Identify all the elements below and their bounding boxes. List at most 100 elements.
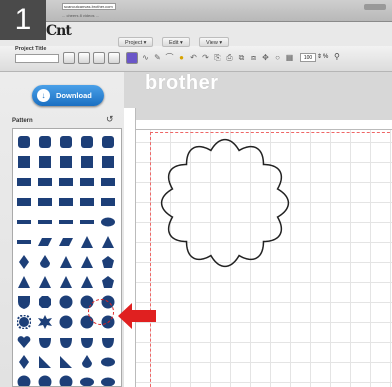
brand-logo: brother (145, 72, 219, 94)
pattern-shape-circ[interactable] (59, 315, 73, 329)
pen-tool-icon[interactable]: ✎ (152, 53, 163, 63)
pattern-shape-wide[interactable] (101, 175, 115, 189)
pattern-shape-circ[interactable] (17, 375, 31, 387)
menu-project[interactable]: Project ▾ (118, 37, 154, 47)
pattern-shape-oval[interactable] (101, 215, 115, 229)
pattern-grid (12, 128, 122, 387)
pattern-shape-tri[interactable] (59, 275, 73, 289)
project-title-label: Project Title (15, 46, 47, 52)
pattern-shape-drop[interactable] (38, 255, 52, 269)
pattern-shape-diamond[interactable] (17, 255, 31, 269)
pattern-shape-thin[interactable] (59, 215, 73, 229)
pattern-shape-oval[interactable] (101, 355, 115, 369)
menu-edit-label: Edit (169, 40, 179, 46)
pattern-shape-thin[interactable] (38, 215, 52, 229)
pattern-shape-wide[interactable] (17, 195, 31, 209)
pattern-shape-thin[interactable] (17, 235, 31, 249)
pattern-shape-thin[interactable] (17, 215, 31, 229)
pattern-shape-rtri[interactable] (59, 355, 73, 369)
pattern-shape-tri[interactable] (80, 235, 94, 249)
pattern-shape-wide[interactable] (38, 195, 52, 209)
select-tool-button[interactable] (126, 52, 138, 64)
pattern-shape-wide[interactable] (101, 195, 115, 209)
pattern-shape-wide[interactable] (80, 175, 94, 189)
pattern-shape-wide[interactable] (17, 175, 31, 189)
new-project-button[interactable] (63, 52, 75, 64)
pattern-shape-tri[interactable] (59, 255, 73, 269)
pattern-shape-tri[interactable] (17, 275, 31, 289)
pattern-shape-para[interactable] (59, 235, 73, 249)
menu-view[interactable]: View ▾ (199, 37, 230, 47)
project-title-input[interactable] (15, 54, 59, 63)
pattern-shape-cup[interactable] (59, 335, 73, 349)
pattern-shape-circ[interactable] (59, 295, 73, 309)
pattern-shape-tri[interactable] (80, 275, 94, 289)
pattern-shape-drop[interactable] (80, 355, 94, 369)
curve-tool-icon[interactable]: ⌒ (164, 53, 175, 63)
paste-tool-icon[interactable]: ⎙ (224, 53, 235, 63)
redo-tool-icon[interactable]: ↷ (200, 53, 211, 63)
pattern-shape-sq[interactable] (59, 155, 73, 169)
copy-tool-icon[interactable]: ⎘ (212, 53, 223, 63)
url-bar[interactable]: scancutcanvas.brother.com (62, 3, 116, 10)
menu-project-label: Project (125, 40, 143, 46)
pattern-shape-tri[interactable] (80, 255, 94, 269)
group-tool-icon[interactable]: ⧉ (236, 53, 247, 63)
pattern-shape-sq[interactable] (101, 155, 115, 169)
pattern-shape-oct[interactable] (38, 295, 52, 309)
pattern-shape-pent[interactable] (101, 255, 115, 269)
pattern-shape-cup[interactable] (101, 335, 115, 349)
ungroup-tool-icon[interactable]: ⧈ (248, 53, 259, 63)
zoom-unit: % (323, 54, 329, 60)
pattern-shape-sq[interactable] (38, 155, 52, 169)
window-controls[interactable] (364, 4, 386, 10)
pattern-shape-sq[interactable] (80, 155, 94, 169)
menu-edit[interactable]: Edit ▾ (162, 37, 190, 47)
pattern-shape-gear[interactable] (17, 315, 31, 329)
pattern-shape-oval[interactable] (101, 375, 115, 387)
pattern-shape-oval[interactable] (80, 375, 94, 387)
pattern-shape-tri[interactable] (38, 275, 52, 289)
browser-bar: scancutcanvas.brother.com ... cheers 8 v… (0, 0, 392, 22)
magnifier-icon[interactable]: ⚲ (334, 52, 340, 61)
pattern-shape-heart[interactable] (17, 335, 31, 349)
export-button[interactable] (108, 52, 120, 64)
pattern-shape-rsq[interactable] (101, 135, 115, 149)
zoom-input[interactable]: 100 (300, 53, 316, 62)
pattern-shape-para[interactable] (38, 235, 52, 249)
align-tool-icon[interactable]: ✥ (260, 53, 271, 63)
pattern-shape-rsq[interactable] (59, 135, 73, 149)
pattern-shape-rsq[interactable] (80, 135, 94, 149)
zoom-stepper-icon[interactable]: ⇕ (317, 53, 322, 62)
grid-tool-icon[interactable]: ▦ (284, 53, 295, 63)
pattern-shape-wide[interactable] (38, 175, 52, 189)
pattern-shape-cup[interactable] (38, 335, 52, 349)
paint-tool-icon[interactable]: ● (176, 53, 187, 63)
line-tool-icon[interactable]: ∿ (140, 53, 151, 63)
undo-icon[interactable]: ↺ (106, 114, 114, 125)
scallop-outline[interactable] (160, 138, 290, 268)
save-button[interactable] (78, 52, 90, 64)
scallop-shape[interactable] (150, 128, 310, 278)
pattern-shape-rsq[interactable] (38, 135, 52, 149)
pattern-shape-tri[interactable] (101, 235, 115, 249)
pattern-shape-rsq[interactable] (17, 135, 31, 149)
red-arrow-icon (118, 303, 156, 329)
pattern-shape-pent[interactable] (101, 275, 115, 289)
pattern-shape-circ[interactable] (59, 375, 73, 387)
circle-tool-icon[interactable]: ○ (272, 53, 283, 63)
pattern-shape-rtri[interactable] (38, 355, 52, 369)
app-window: scancutcanvas.brother.com ... cheers 8 v… (0, 0, 392, 387)
pattern-shape-wide[interactable] (59, 195, 73, 209)
pattern-shape-wide[interactable] (59, 175, 73, 189)
pattern-shape-burst[interactable] (38, 315, 52, 329)
pattern-shape-circ[interactable] (38, 375, 52, 387)
pattern-shape-thin[interactable] (80, 215, 94, 229)
undo-tool-icon[interactable]: ↶ (188, 53, 199, 63)
pattern-shape-diamond[interactable] (17, 355, 31, 369)
import-button[interactable] (93, 52, 105, 64)
pattern-shape-sq[interactable] (17, 155, 31, 169)
pattern-shape-shield[interactable] (17, 295, 31, 309)
pattern-shape-cup[interactable] (80, 335, 94, 349)
pattern-shape-wide[interactable] (80, 195, 94, 209)
